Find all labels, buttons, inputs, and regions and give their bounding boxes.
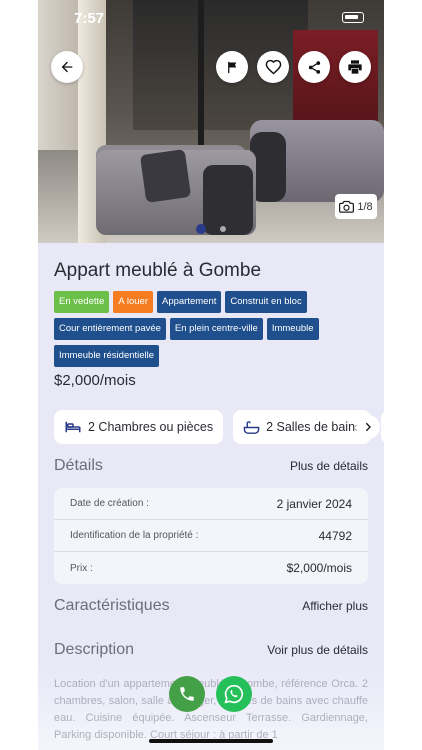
carousel-dot[interactable] [220,226,226,232]
detail-label: Date de création : [70,498,149,509]
back-button[interactable] [51,51,83,83]
feature-bedrooms: 2 Chambres ou pièces [54,410,224,444]
tag[interactable]: Cour entièrement pavée [54,318,166,340]
tag[interactable]: Appartement [157,291,222,313]
status-time: 7:57 [74,10,105,27]
feature-label: 2 Chambres ou pièces [88,420,214,434]
section-title: Caractéristiques [54,597,170,614]
flag-icon [227,61,236,73]
home-indicator[interactable] [149,739,273,743]
share-icon [308,60,320,74]
scroll-next-button[interactable] [356,415,380,439]
tag[interactable]: Construit en bloc [225,291,307,313]
tag[interactable]: En plein centre-ville [169,318,263,340]
detail-value: 2 janvier 2024 [276,496,352,511]
detail-row: Date de création : 2 janvier 2024 [54,488,368,520]
feature-chips[interactable]: 2 Chambres ou pièces 2 Salles de bains 1 [54,410,384,444]
photo-counter[interactable]: 1/8 [335,194,377,219]
call-button[interactable] [169,676,205,712]
listing-price: $2,000/mois [54,372,136,389]
feature-area: 1 [381,410,384,444]
carousel-dot-active[interactable] [196,224,206,234]
camera-icon [339,200,355,213]
description-header: Description Voir plus de détails [54,641,368,659]
heart-icon [265,59,281,74]
tag[interactable]: Immeuble résidentielle [54,345,160,367]
carousel-indicator [38,224,384,234]
whatsapp-icon [224,684,244,704]
description-text: Location d'un appartement meublé à Gombe… [54,678,368,741]
phone-screen: 7:57 1/8 Appart meublé à Gombe En vedett… [38,0,384,750]
favorite-button[interactable] [257,51,289,83]
photo-counter-text: 1/8 [357,200,373,213]
detail-label: Identification de la propriété : [70,530,199,541]
see-more-details-link[interactable]: Voir plus de détails [267,643,368,657]
tag[interactable]: En vedette [54,291,110,313]
section-title: Détails [54,457,103,474]
tag[interactable]: Immeuble [266,318,319,340]
detail-value: $2,000/mois [286,561,352,575]
printer-icon [348,60,362,74]
tag-list: En vedette A louer Appartement Construit… [54,291,374,367]
bed-icon [65,421,81,433]
details-header: Détails Plus de détails [54,457,368,475]
detail-label: Prix : [70,562,93,574]
whatsapp-button[interactable] [216,676,252,712]
property-photo[interactable] [38,0,384,243]
detail-value: 44792 [318,528,352,543]
detail-row: Identification de la propriété : 44792 [54,520,368,552]
phone-icon [180,687,194,701]
listing-title: Appart meublé à Gombe [54,260,262,281]
characteristics-header: Caractéristiques Afficher plus [54,597,368,615]
report-button[interactable] [216,51,248,83]
feature-bathrooms: 2 Salles de bains [233,410,372,444]
bathtub-icon [243,420,260,434]
arrow-left-icon [61,61,73,73]
details-card: Date de création : 2 janvier 2024 Identi… [54,488,368,584]
print-button[interactable] [339,51,371,83]
chevron-right-icon [365,422,371,432]
tag[interactable]: A louer [113,291,153,313]
section-title: Description [54,641,135,658]
detail-row: Prix : $2,000/mois [54,552,368,584]
show-more-link[interactable]: Afficher plus [302,599,368,613]
share-button[interactable] [298,51,330,83]
more-details-link[interactable]: Plus de détails [290,459,368,473]
battery-icon [342,12,364,23]
feature-label: 2 Salles de bains [266,420,362,434]
